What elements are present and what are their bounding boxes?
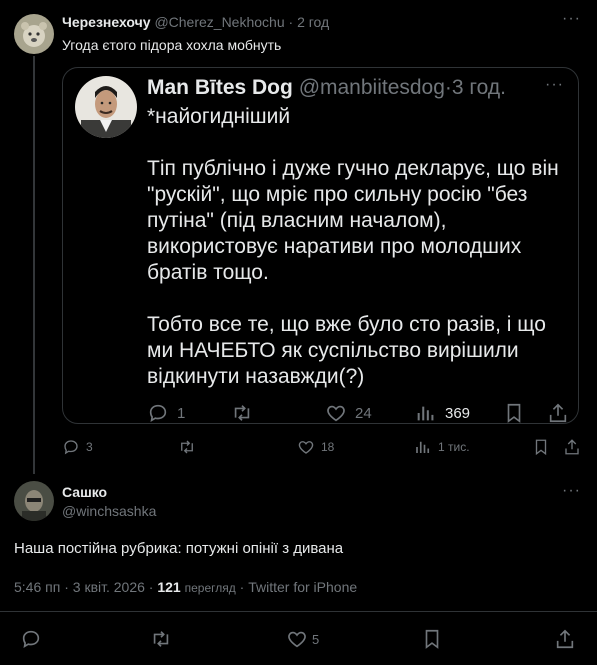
share-icon (549, 403, 567, 423)
retweet-icon (153, 631, 169, 647)
reply-tweet-header: Черезнехочу @Cherez_Nekhochu · 2 год (62, 14, 329, 30)
views-label: перегляд (184, 581, 236, 595)
bookmark-icon (535, 439, 547, 456)
quoted-reply-button[interactable]: 1 (147, 402, 185, 424)
main-share-button[interactable] (554, 628, 576, 650)
more-options-button[interactable]: ··· (562, 10, 581, 28)
quoted-timestamp: 3 год. (451, 76, 506, 99)
views-count: 121 (157, 579, 181, 595)
heart-icon (327, 405, 345, 422)
quoted-tweet-text: *найогиднiший Тiп публiчно i дуже гучно … (147, 105, 559, 388)
avatar-image (14, 14, 54, 54)
views-count: 1 тис. (438, 440, 470, 454)
separator: · (288, 14, 294, 30)
retweet-icon (234, 405, 250, 421)
tweet-source[interactable]: Twitter for iPhone (248, 579, 357, 595)
quoted-views-count: 369 (445, 404, 471, 422)
quoted-avatar-image (75, 76, 137, 138)
main-tweet-text: Наша постійна рубрика: потужні опінії з … (14, 540, 344, 557)
quoted-views-button[interactable]: 369 (415, 402, 470, 424)
reply-tweet-text: Угода єтого підора хохла мобнуть (62, 37, 282, 53)
tweet-time[interactable]: 5:46 пп (14, 579, 60, 595)
tweet-date[interactable]: 3 квіт. 2026 (73, 579, 145, 595)
main-like-button[interactable]: 5 (286, 628, 319, 650)
handle[interactable]: @Cherez_Nekhochu (154, 14, 284, 30)
like-button[interactable]: 18 (297, 438, 334, 456)
quoted-avatar (75, 76, 137, 138)
bookmark-button[interactable] (532, 438, 550, 456)
comment-icon (149, 404, 167, 422)
retweet-icon (181, 440, 193, 454)
quoted-separator: · (444, 76, 452, 99)
comment-icon (22, 630, 40, 648)
main-bookmark-button[interactable] (421, 628, 443, 650)
avatar[interactable] (14, 14, 54, 54)
quoted-retweet-button[interactable] (231, 402, 253, 424)
divider (0, 611, 597, 612)
meta-separator: · (239, 579, 245, 595)
analytics-icon (416, 441, 430, 453)
timestamp[interactable]: 2 год (297, 14, 329, 30)
comment-icon (64, 440, 78, 455)
bookmark-icon (425, 629, 439, 649)
quoted-bookmark-button[interactable] (503, 402, 525, 424)
like-count: 18 (321, 440, 335, 454)
main-like-count: 5 (312, 631, 320, 647)
quoted-share-button[interactable] (547, 402, 569, 424)
main-avatar-image (14, 481, 54, 521)
main-more-options[interactable]: ··· (562, 482, 581, 500)
reply-button[interactable]: 3 (62, 438, 93, 456)
views-button[interactable]: 1 тис. (414, 438, 470, 456)
quoted-display-name: Man Bītes Dog (147, 76, 293, 99)
thread-line (33, 56, 35, 474)
heart-icon (298, 441, 314, 454)
share-icon (556, 629, 574, 649)
main-retweet-button[interactable] (150, 628, 172, 650)
quoted-like-count: 24 (355, 404, 372, 422)
share-button[interactable] (563, 438, 581, 456)
quoted-tweet-header: Man Bītes Dog @manbiitesdog·3 год. (147, 76, 506, 100)
meta-separator: · (64, 579, 69, 595)
quoted-handle: @manbiitesdog (298, 76, 445, 99)
main-avatar[interactable] (14, 481, 54, 521)
main-handle[interactable]: @winchsashka (62, 503, 156, 519)
meta-separator: · (148, 579, 154, 595)
quoted-like-button[interactable]: 24 (325, 402, 372, 424)
analytics-icon (417, 406, 434, 421)
main-reply-button[interactable] (20, 628, 42, 650)
quoted-reply-count: 1 (177, 404, 186, 422)
quoted-tweet-card[interactable]: Man Bītes Dog @manbiitesdog·3 год. ··· *… (62, 67, 579, 424)
share-icon (565, 439, 579, 455)
heart-icon (288, 631, 306, 648)
main-display-name[interactable]: Сашко (62, 484, 107, 500)
reply-count: 3 (86, 440, 93, 454)
retweet-button[interactable] (178, 438, 196, 456)
quoted-more-options[interactable]: ··· (545, 76, 564, 94)
display-name[interactable]: Черезнехочу (62, 14, 151, 30)
bookmark-icon (507, 403, 521, 423)
tweet-meta: 5:46 пп · 3 квіт. 2026 · 121 перегляд · … (14, 579, 357, 595)
